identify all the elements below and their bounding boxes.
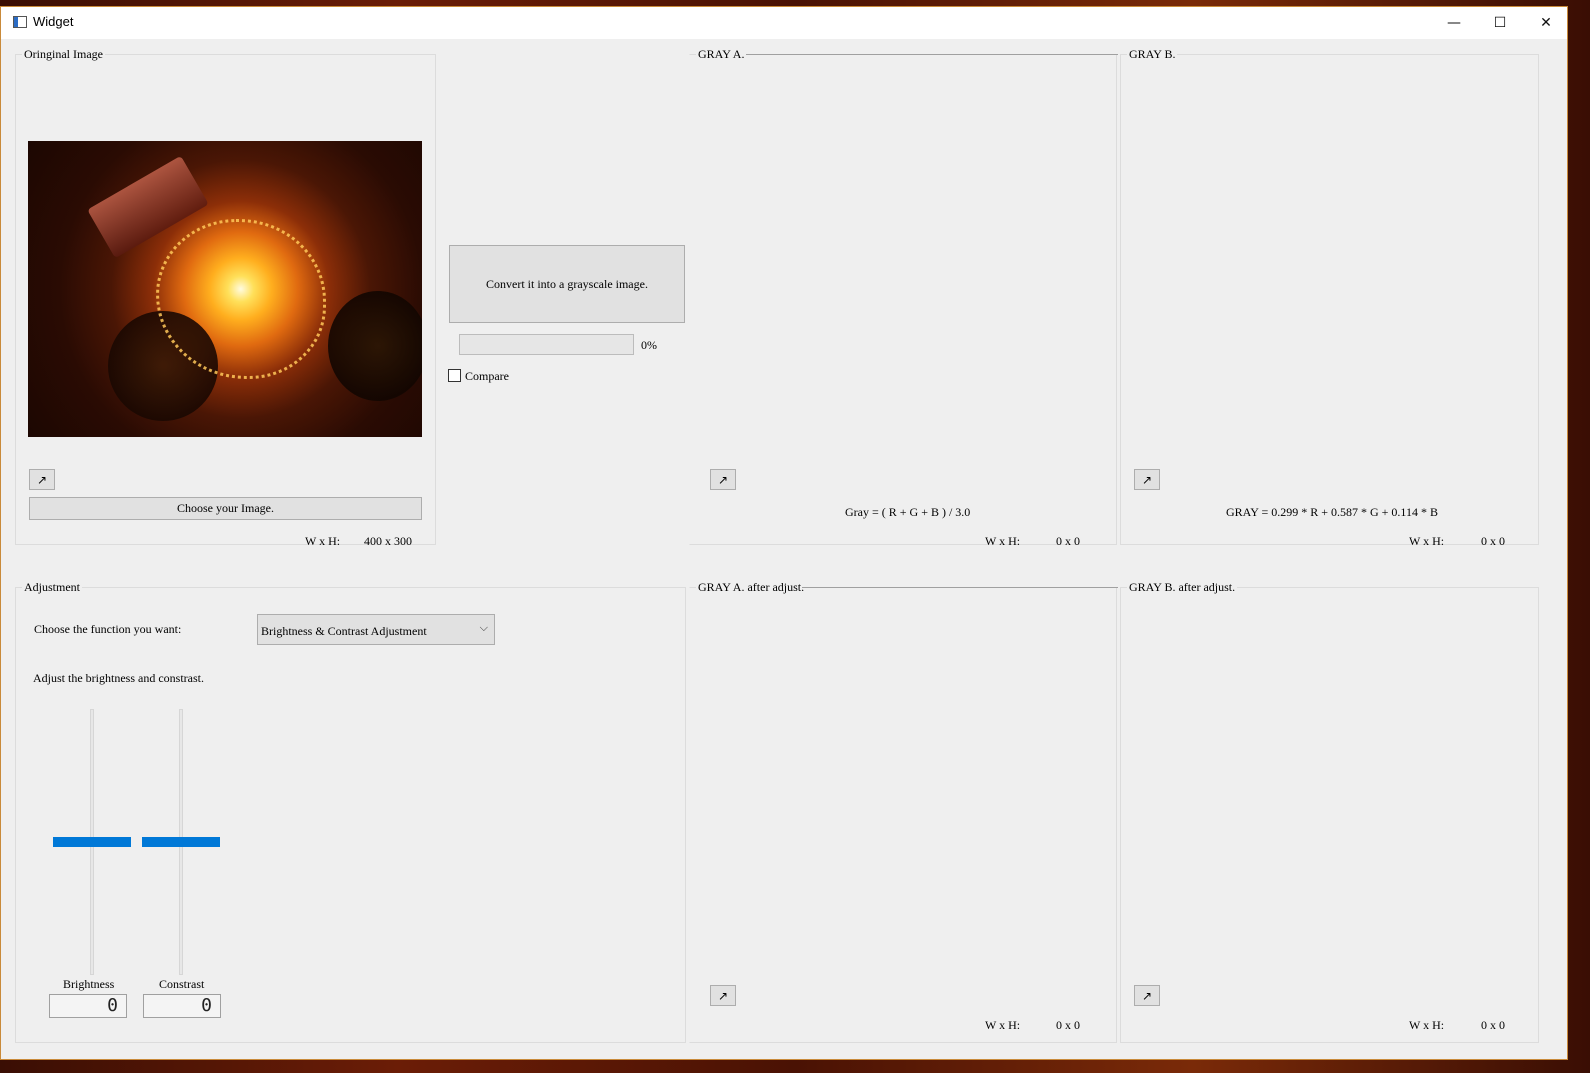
gray-a-adjust-wh-value: 0 x 0 bbox=[1056, 1018, 1080, 1032]
convert-grayscale-button[interactable]: Convert it into a grayscale image. bbox=[449, 245, 685, 323]
expand-icon: ↗ bbox=[717, 988, 729, 1003]
gray-a-wh-label: W x H: bbox=[985, 534, 1021, 548]
original-wh-value: 400 x 300 bbox=[364, 534, 412, 548]
expand-original-button[interactable]: ↗ bbox=[29, 469, 55, 490]
gray-a-group: GRAY A. ↗ Gray = ( R + G + B ) / 3.0 W x… bbox=[689, 47, 1118, 548]
gray-b-adjust-group: GRAY B. after adjust. ↗ W x H: 0 x 0 bbox=[1120, 580, 1539, 1043]
expand-icon: ↗ bbox=[1141, 472, 1153, 487]
expand-icon: ↗ bbox=[717, 472, 729, 487]
app-icon bbox=[13, 16, 27, 28]
close-button[interactable]: ✕ bbox=[1523, 7, 1569, 39]
chevron-down-icon: ⌵ bbox=[479, 621, 488, 634]
expand-gray-b-button[interactable]: ↗ bbox=[1134, 469, 1160, 490]
gray-b-wh-value: 0 x 0 bbox=[1481, 534, 1505, 548]
brightness-label: Brightness bbox=[63, 977, 115, 991]
maximize-button[interactable]: ☐ bbox=[1477, 7, 1523, 39]
gray-a-adjust-wh-label: W x H: bbox=[985, 1018, 1021, 1032]
original-image-title: Oringinal Image bbox=[22, 47, 105, 62]
client-area: Oringinal Image ↗ Choose your Image. W x… bbox=[1, 39, 1567, 1059]
convert-progress-bar bbox=[459, 334, 634, 355]
gray-a-formula: Gray = ( R + G + B ) / 3.0 bbox=[845, 505, 971, 519]
progress-text: 0% bbox=[641, 338, 657, 352]
expand-gray-a-button[interactable]: ↗ bbox=[710, 469, 736, 490]
gray-a-adjust-title: GRAY A. after adjust. bbox=[696, 580, 807, 595]
gray-a-adjust-group: GRAY A. after adjust. ↗ W x H: 0 x 0 bbox=[689, 580, 1118, 1043]
brightness-value-display: 0 bbox=[49, 994, 127, 1018]
contrast-value-display: 0 bbox=[143, 994, 221, 1018]
app-window: Widget — ☐ ✕ Oringinal Image ↗ Choose yo… bbox=[0, 6, 1568, 1060]
compare-checkbox[interactable] bbox=[448, 369, 461, 382]
function-select[interactable]: Brightness & Contrast Adjustment ⌵ bbox=[257, 614, 495, 645]
gray-b-title: GRAY B. bbox=[1127, 47, 1178, 62]
expand-gray-b-adjust-button[interactable]: ↗ bbox=[1134, 985, 1160, 1006]
original-image bbox=[28, 141, 422, 437]
contrast-label: Constrast bbox=[159, 977, 205, 991]
gray-b-adjust-wh-label: W x H: bbox=[1409, 1018, 1445, 1032]
gray-a-wh-value: 0 x 0 bbox=[1056, 534, 1080, 548]
compare-label: Compare bbox=[465, 369, 509, 383]
adjust-hint-label: Adjust the brightness and constrast. bbox=[33, 671, 204, 685]
title-bar[interactable]: Widget — ☐ ✕ bbox=[1, 7, 1567, 39]
original-image-group: Oringinal Image ↗ Choose your Image. W x… bbox=[15, 47, 436, 548]
gray-a-title-line bbox=[746, 54, 1118, 55]
gray-b-formula: GRAY = 0.299 * R + 0.587 * G + 0.114 * B bbox=[1226, 505, 1438, 519]
gray-b-wh-label: W x H: bbox=[1409, 534, 1445, 548]
adjustment-group: Adjustment Choose the function you want:… bbox=[15, 580, 686, 1043]
adjustment-title: Adjustment bbox=[22, 580, 82, 595]
choose-image-button[interactable]: Choose your Image. bbox=[29, 497, 422, 520]
brightness-slider-thumb[interactable] bbox=[53, 837, 131, 847]
choose-function-label: Choose the function you want: bbox=[34, 622, 182, 636]
gray-b-group: GRAY B. ↗ GRAY = 0.299 * R + 0.587 * G +… bbox=[1120, 47, 1539, 548]
expand-icon: ↗ bbox=[1141, 988, 1153, 1003]
contrast-slider-thumb[interactable] bbox=[142, 837, 220, 847]
expand-gray-a-adjust-button[interactable]: ↗ bbox=[710, 985, 736, 1006]
original-wh-label: W x H: bbox=[305, 534, 341, 548]
gray-a-adjust-title-line bbox=[802, 587, 1118, 588]
gray-a-title: GRAY A. bbox=[696, 47, 747, 62]
photo-tree bbox=[328, 291, 422, 401]
function-select-value: Brightness & Contrast Adjustment bbox=[261, 624, 427, 638]
gray-b-adjust-wh-value: 0 x 0 bbox=[1481, 1018, 1505, 1032]
expand-icon: ↗ bbox=[36, 472, 48, 487]
window-title: Widget bbox=[33, 14, 74, 29]
gray-b-adjust-title: GRAY B. after adjust. bbox=[1127, 580, 1238, 595]
minimize-button[interactable]: — bbox=[1431, 7, 1477, 39]
